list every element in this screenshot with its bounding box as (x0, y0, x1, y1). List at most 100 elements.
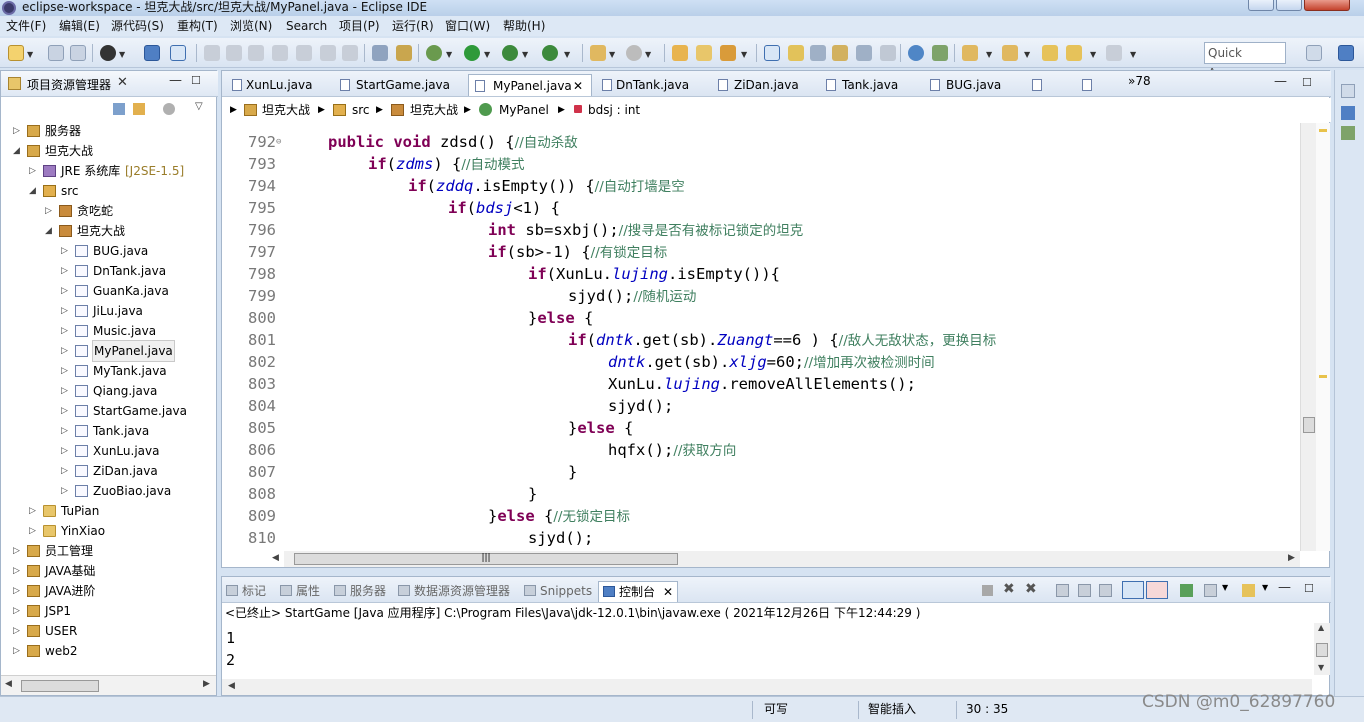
tab-console[interactable]: 控制台 ✕ (598, 581, 679, 602)
collapsed-arrow-icon[interactable]: ▷ (61, 381, 68, 401)
scroll-down-icon[interactable]: ▼ (1318, 663, 1324, 672)
remove-all-icon[interactable]: ✖ (1025, 581, 1037, 597)
open-type-icon[interactable] (672, 45, 688, 61)
menu-run[interactable]: 运行(R) (392, 18, 434, 34)
debug-dropdown-icon[interactable]: ▼ (446, 50, 452, 59)
editor-scroll-thumb[interactable] (1303, 417, 1315, 433)
scroll-left-icon[interactable]: ◀ (272, 553, 279, 563)
menu-help[interactable]: 帮助(H) (503, 18, 545, 34)
menu-search[interactable]: Search (286, 18, 327, 34)
collapsed-arrow-icon[interactable]: ▷ (61, 401, 68, 421)
pin-console-icon[interactable] (1180, 584, 1193, 597)
toggle-breadcrumb-icon[interactable] (764, 45, 780, 61)
open-console-icon[interactable] (1242, 584, 1255, 597)
search-icon[interactable] (720, 45, 736, 61)
collapsed-arrow-icon[interactable]: ▷ (29, 521, 36, 541)
tree-item[interactable]: ▷ MyPanel.java (1, 340, 216, 362)
task-list-icon[interactable] (1341, 126, 1355, 140)
maximize-button[interactable] (1276, 0, 1302, 11)
new-java-project-dropdown-icon[interactable]: ▼ (609, 50, 615, 59)
tree-item[interactable]: ▷ TuPian (1, 501, 216, 521)
link-with-editor-icon[interactable] (133, 103, 145, 115)
tab-snippets[interactable]: Snippets (524, 581, 592, 601)
tree-item[interactable]: ▷ JAVA进阶 (1, 581, 216, 601)
scroll-up-icon[interactable]: ▲ (1318, 623, 1324, 632)
quick-access-input[interactable]: Quick Access (1204, 42, 1286, 80)
maximize-console-icon[interactable]: ☐ (1304, 582, 1314, 595)
console-scroll-thumb[interactable] (1316, 643, 1328, 657)
debug-icon[interactable] (426, 45, 442, 61)
tree-item[interactable]: ▷ JiLu.java (1, 301, 216, 321)
collapsed-arrow-icon[interactable]: ▷ (61, 241, 68, 261)
code-editor[interactable]: 792 ⊖ public void zdsd() {//自动杀敌 793 if(zdms… (222, 123, 1302, 551)
menu-edit[interactable]: 编辑(E) (59, 18, 100, 34)
coverage-dropdown-icon[interactable]: ▼ (522, 50, 528, 59)
tree-item[interactable]: ▷ Tank.java (1, 421, 216, 441)
step-return-icon[interactable] (342, 45, 358, 61)
collapsed-arrow-icon[interactable]: ▷ (13, 601, 20, 621)
menu-window[interactable]: 窗口(W) (445, 18, 490, 34)
breadcrumb-project[interactable]: 坦克大战 (262, 98, 310, 122)
collapsed-arrow-icon[interactable]: ▷ (13, 641, 20, 661)
forward-dropdown-icon[interactable]: ▼ (1130, 50, 1136, 59)
console-vertical-scrollbar[interactable]: ▲ ▼ (1314, 623, 1330, 675)
back-dropdown-icon[interactable]: ▼ (1090, 50, 1096, 59)
editor-tab-class-2[interactable] (1076, 74, 1106, 96)
editor-tab-class-1[interactable] (1026, 74, 1056, 96)
collapse-all-icon[interactable] (113, 103, 125, 115)
run-dropdown-icon[interactable]: ▼ (484, 50, 490, 59)
show-whitespace-icon[interactable] (856, 45, 872, 61)
tree-item[interactable]: ▷ YinXiao (1, 521, 216, 541)
tab-servers[interactable]: 服务器 (334, 581, 386, 601)
collapsed-arrow-icon[interactable]: ▷ (61, 261, 68, 281)
tree-item[interactable]: ▷ ZiDan.java (1, 461, 216, 481)
tree-item[interactable]: ▷ 贪吃蛇 (1, 201, 216, 221)
terminate-icon[interactable] (982, 585, 993, 596)
scroll-right-icon[interactable]: ▶ (203, 679, 210, 689)
collapsed-arrow-icon[interactable]: ▷ (13, 541, 20, 561)
scroll-right-icon[interactable]: ▶ (1288, 553, 1295, 563)
tree-item[interactable]: ▷ StartGame.java (1, 401, 216, 421)
fold-icon[interactable]: ⊖ (276, 131, 281, 153)
clear-console-icon[interactable] (1056, 584, 1069, 597)
minimize-button[interactable] (1248, 0, 1274, 11)
editor-tab-startgame[interactable]: StartGame.java (336, 74, 466, 96)
show-on-stderr-icon[interactable] (1146, 581, 1168, 599)
collapsed-arrow-icon[interactable]: ▷ (61, 441, 68, 461)
show-on-stdout-icon[interactable] (1122, 581, 1144, 599)
collapsed-arrow-icon[interactable]: ▷ (61, 301, 68, 321)
collapsed-arrow-icon[interactable]: ▷ (61, 361, 68, 381)
open-resource-icon[interactable] (696, 45, 712, 61)
editor-tab-zidan[interactable]: ZiDan.java (716, 74, 806, 96)
editor-tab-mypanel[interactable]: MyPanel.java ✕ (468, 74, 592, 96)
coverage-icon[interactable] (502, 45, 518, 61)
terminate-icon[interactable] (248, 45, 264, 61)
maximize-editor-icon[interactable]: ☐ (1302, 76, 1312, 89)
collapsed-arrow-icon[interactable]: ▷ (61, 481, 68, 501)
expanded-arrow-icon[interactable]: ◢ (45, 221, 52, 241)
resume-icon[interactable] (204, 45, 220, 61)
save-all-icon[interactable] (70, 45, 86, 61)
tree-item[interactable]: ▷ USER (1, 621, 216, 641)
display-console-icon[interactable] (1204, 584, 1217, 597)
profile-dropdown-icon[interactable]: ▼ (119, 50, 125, 59)
minimize-view-icon[interactable]: — (169, 73, 182, 88)
new-dropdown-icon[interactable]: ▼ (27, 50, 33, 59)
last-edit-location-icon[interactable] (1042, 45, 1058, 61)
menu-file[interactable]: 文件(F) (6, 18, 46, 34)
next-annotation-dropdown-icon[interactable]: ▼ (986, 50, 992, 59)
tree-item[interactable]: ▷ MyTank.java (1, 361, 216, 381)
minimize-editor-icon[interactable]: — (1274, 74, 1287, 89)
collapsed-arrow-icon[interactable]: ▷ (61, 461, 68, 481)
editor-hscroll-thumb[interactable]: ||| (294, 553, 678, 565)
open-console-dropdown-icon[interactable]: ▼ (1262, 583, 1268, 592)
external-tools-icon[interactable] (542, 45, 558, 61)
collapsed-arrow-icon[interactable]: ▷ (29, 501, 36, 521)
collapsed-arrow-icon[interactable]: ▷ (13, 621, 20, 641)
editor-tab-bug[interactable]: BUG.java (928, 74, 1014, 96)
scroll-left-icon[interactable]: ◀ (228, 681, 235, 691)
profile-icon[interactable] (100, 45, 116, 61)
breadcrumb-field[interactable]: bdsj : int (588, 98, 640, 122)
expanded-arrow-icon[interactable]: ◢ (29, 181, 36, 201)
tree-horizontal-scrollbar[interactable]: ◀ ▶ (1, 675, 216, 695)
